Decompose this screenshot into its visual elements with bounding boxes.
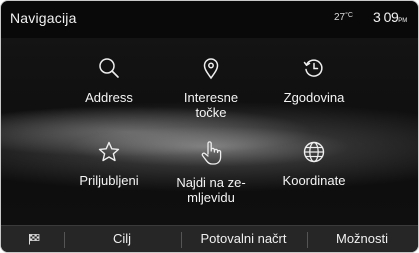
globe-icon (303, 141, 325, 163)
page-title: Navigacija (10, 10, 77, 26)
coordinates-button[interactable]: Koordinate (251, 140, 377, 228)
navigation-screen: Navigacija 27°C 3 09PM Address Interesne… (0, 0, 419, 253)
route-flag-button[interactable] (27, 226, 41, 252)
tab-options[interactable]: Možnosti (308, 226, 416, 252)
history-label: Zgodovina (283, 90, 345, 105)
bottom-bar: Cilj Potovalni načrt Možnosti (1, 225, 418, 252)
clock-suffix: PM (398, 18, 408, 24)
tab-destination[interactable]: Cilj (65, 226, 179, 252)
checkered-flag-icon (29, 234, 40, 245)
clock-time: 3 09 (373, 9, 399, 25)
header-bar: Navigacija 27°C 3 09PM (1, 1, 418, 38)
star-icon (98, 141, 120, 162)
search-icon (99, 58, 119, 78)
tab-route-plan[interactable]: Potovalni načrt (182, 226, 305, 252)
hand-pointer-icon (201, 141, 222, 165)
temperature-value: 27 (334, 12, 346, 23)
history-button[interactable]: Zgodovina (251, 56, 377, 144)
temperature-unit: °C (345, 12, 353, 19)
clock: 3 09PM (373, 9, 407, 25)
points-of-interest-label: Interesne točke (183, 90, 239, 120)
map-pin-icon (203, 58, 219, 80)
coordinates-label: Koordinate (282, 173, 346, 188)
temperature-readout: 27°C (334, 12, 353, 23)
history-icon (303, 59, 323, 77)
